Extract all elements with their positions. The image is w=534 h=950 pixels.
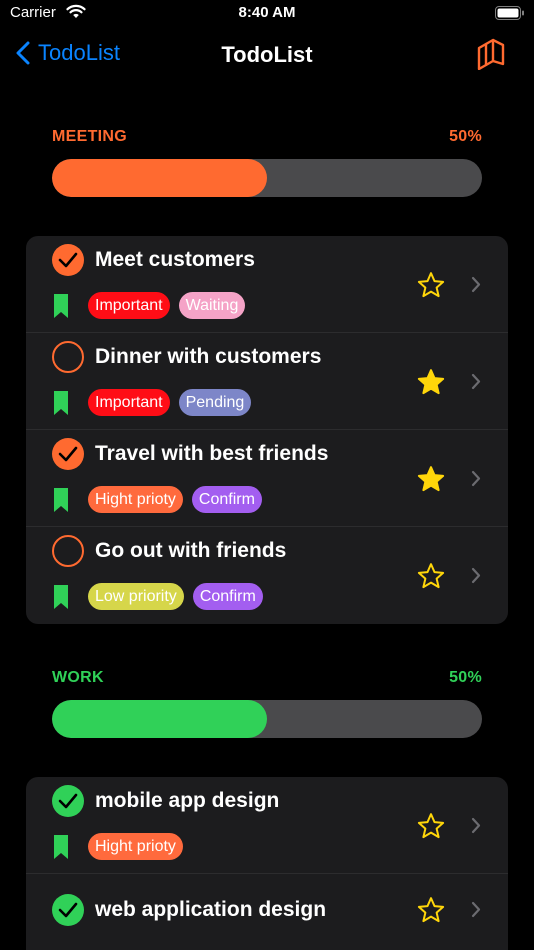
tag-important: Important [88, 389, 170, 416]
tag-list: Important Waiting [54, 292, 254, 319]
bookmark-icon [54, 834, 68, 859]
star-outline-icon[interactable] [416, 270, 446, 300]
task-title: Go out with friends [95, 539, 287, 562]
clock: 8:40 AM [238, 4, 296, 21]
tag-important: Important [88, 292, 170, 319]
tag-confirm: Confirm [192, 583, 263, 610]
tag-low-priority: Low priority [88, 583, 184, 610]
task-list-meeting: Meet customers Important Waiting Dinner … [26, 236, 508, 624]
bookmark-icon [54, 293, 68, 318]
task-row[interactable]: Dinner with customers Important Pending [26, 333, 508, 430]
chevron-right-icon[interactable] [471, 373, 481, 390]
task-title: Meet customers [95, 248, 255, 271]
tag-list: Low priority Confirm [54, 583, 272, 610]
star-filled-icon[interactable] [416, 464, 446, 494]
star-outline-icon[interactable] [416, 561, 446, 591]
section-header-work: WORK 50% [52, 669, 482, 687]
navigation-bar: TodoList TodoList [0, 30, 534, 78]
chevron-right-icon[interactable] [471, 901, 481, 918]
progress-fill [52, 700, 267, 738]
task-title: web application design [95, 898, 327, 921]
star-outline-icon[interactable] [416, 895, 446, 925]
tag-waiting: Waiting [178, 292, 246, 319]
chevron-right-icon[interactable] [471, 470, 481, 487]
checkbox-checked[interactable] [52, 244, 84, 276]
tag-list: Hight prioty Confirm [54, 486, 271, 513]
task-title: Dinner with customers [95, 345, 322, 368]
checkbox-checked[interactable] [52, 438, 84, 470]
bookmark-icon [54, 584, 68, 609]
checkmark-icon [58, 446, 78, 462]
task-title: mobile app design [95, 789, 280, 812]
section-percent: 50% [449, 669, 482, 686]
section-percent: 50% [449, 128, 482, 145]
checkbox-unchecked[interactable] [52, 341, 84, 373]
checkbox-unchecked[interactable] [52, 535, 84, 567]
star-filled-icon[interactable] [416, 367, 446, 397]
section-title: MEETING [52, 128, 127, 145]
progress-bar-work [52, 700, 482, 738]
cards-stack-button[interactable] [476, 38, 506, 75]
tag-pending: Pending [178, 389, 252, 416]
bookmark-icon [54, 390, 68, 415]
task-row[interactable]: Travel with best friends Hight prioty Co… [26, 430, 508, 527]
tag-list: Important Pending [54, 389, 260, 416]
chevron-right-icon[interactable] [471, 817, 481, 834]
task-row[interactable]: web application design [26, 874, 508, 950]
checkmark-icon [58, 252, 78, 268]
tag-confirm: Confirm [191, 486, 262, 513]
checkmark-icon [58, 902, 78, 918]
chevron-right-icon[interactable] [471, 567, 481, 584]
section-title: WORK [52, 669, 104, 686]
checkbox-checked[interactable] [52, 785, 84, 817]
battery-icon [495, 6, 525, 25]
chevron-right-icon[interactable] [471, 276, 481, 293]
bookmark-icon [54, 487, 68, 512]
tag-list: Hight prioty [54, 833, 192, 860]
tag-high-priority: Hight prioty [88, 486, 183, 513]
task-title: Travel with best friends [95, 442, 329, 465]
progress-bar-meeting [52, 159, 482, 197]
checkbox-checked[interactable] [52, 894, 84, 926]
tag-high-priority: Hight prioty [88, 833, 183, 860]
page-title: TodoList [221, 42, 313, 67]
status-bar: Carrier 8:40 AM [0, 0, 534, 28]
task-row[interactable]: mobile app design Hight prioty [26, 777, 508, 874]
task-row[interactable]: Go out with friends Low priority Confirm [26, 527, 508, 624]
checkmark-icon [58, 793, 78, 809]
star-outline-icon[interactable] [416, 811, 446, 841]
progress-fill [52, 159, 267, 197]
task-list-work: mobile app design Hight prioty web appli… [26, 777, 508, 950]
cards-stack-icon [477, 38, 505, 71]
task-row[interactable]: Meet customers Important Waiting [26, 236, 508, 333]
section-header-meeting: MEETING 50% [52, 128, 482, 146]
